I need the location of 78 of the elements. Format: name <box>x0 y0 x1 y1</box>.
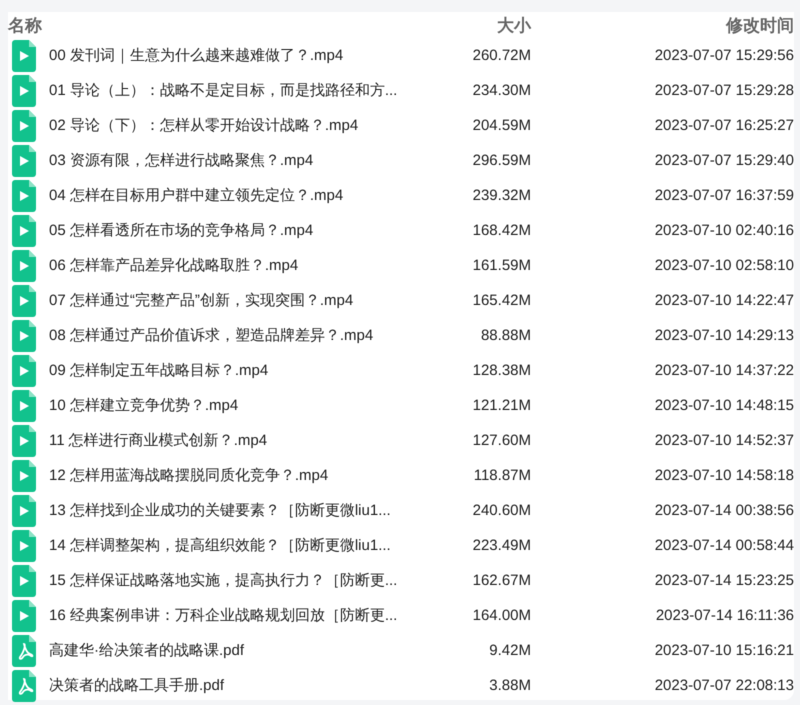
file-name[interactable]: 04 怎样在目标用户群中建立领先定位？.mp4 <box>49 186 418 205</box>
video-file-icon <box>12 74 36 106</box>
modified-time: 2023-07-10 14:52:37 <box>654 432 794 449</box>
video-file-icon <box>12 354 36 386</box>
file-name[interactable]: 12 怎样用蓝海战略摆脱同质化竞争？.mp4 <box>49 466 418 485</box>
pdf-file-icon <box>12 634 36 666</box>
file-size: 234.30M <box>472 82 531 99</box>
video-file-icon <box>12 214 36 246</box>
video-file-icon <box>12 460 36 492</box>
modified-time: 2023-07-10 14:58:18 <box>654 467 794 484</box>
video-file-icon <box>12 564 36 596</box>
modified-time: 2023-07-14 15:23:25 <box>654 572 794 589</box>
modified-time: 2023-07-10 02:40:16 <box>654 222 794 239</box>
file-name[interactable]: 16 经典案例串讲：万科企业战略规划回放［防断更... <box>49 606 418 625</box>
modified-time: 2023-07-07 15:29:28 <box>654 82 794 99</box>
modified-time: 2023-07-10 02:58:10 <box>654 257 794 274</box>
modified-time: 2023-07-14 00:58:44 <box>654 537 794 554</box>
file-name[interactable]: 14 怎样调整架构，提高组织效能？［防断更微liu1... <box>49 536 418 555</box>
file-name[interactable]: 10 怎样建立竞争优势？.mp4 <box>49 396 418 415</box>
video-file-icon <box>12 144 36 176</box>
video-file-icon <box>12 284 36 316</box>
column-header[interactable]: 大小 <box>431 14 531 36</box>
file-size: 128.38M <box>472 362 531 379</box>
file-size: 9.42M <box>488 642 531 659</box>
file-size: 223.49M <box>472 537 531 554</box>
video-file-icon <box>12 320 36 352</box>
modified-time: 2023-07-14 00:38:56 <box>654 502 794 519</box>
file-name[interactable]: 09 怎样制定五年战略目标？.mp4 <box>49 361 418 380</box>
file-size: 162.67M <box>472 572 531 589</box>
modified-time: 2023-07-07 22:08:13 <box>654 677 794 694</box>
file-name[interactable]: 15 怎样保证战略落地实施，提高执行力？［防断更... <box>49 571 418 590</box>
file-size: 127.60M <box>472 432 531 449</box>
file-name[interactable]: 02 导论（下）：怎样从零开始设计战略？.mp4 <box>49 116 418 135</box>
file-size: 88.88M <box>480 327 531 344</box>
file-size: 164.00M <box>472 607 531 624</box>
file-size: 161.59M <box>472 257 531 274</box>
modified-time: 2023-07-10 14:37:22 <box>654 362 794 379</box>
file-name[interactable]: 决策者的战略工具手册.pdf <box>49 676 418 695</box>
file-name[interactable]: 03 资源有限，怎样进行战略聚焦？.mp4 <box>49 151 418 170</box>
video-file-icon <box>12 250 36 282</box>
file-size: 204.59M <box>472 117 531 134</box>
file-name[interactable]: 08 怎样通过产品价值诉求，塑造品牌差异？.mp4 <box>49 326 418 345</box>
modified-time: 2023-07-07 15:29:40 <box>654 152 794 169</box>
file-size: 121.21M <box>472 397 531 414</box>
modified-time: 2023-07-10 14:48:15 <box>654 397 794 414</box>
modified-time: 2023-07-07 15:29:56 <box>654 47 794 64</box>
file-size: 296.59M <box>472 152 531 169</box>
video-file-icon <box>12 180 36 212</box>
file-name[interactable]: 01 导论（上）：战略不是定目标，而是找路径和方... <box>49 81 418 100</box>
modified-time: 2023-07-10 14:22:47 <box>654 292 794 309</box>
modified-time: 2023-07-07 16:25:27 <box>654 117 794 134</box>
file-name[interactable]: 13 怎样找到企业成功的关键要素？［防断更微liu1... <box>49 501 418 520</box>
file-size: 3.88M <box>488 677 531 694</box>
file-size: 239.32M <box>472 187 531 204</box>
modified-time: 2023-07-10 15:16:21 <box>654 642 794 659</box>
video-file-icon <box>12 494 36 526</box>
file-name[interactable]: 11 怎样进行商业模式创新？.mp4 <box>49 431 418 450</box>
file-name[interactable]: 00 发刊词｜生意为什么越来越难做了？.mp4 <box>49 46 418 65</box>
file-size: 240.60M <box>472 502 531 519</box>
modified-time: 2023-07-14 16:11:36 <box>654 607 794 624</box>
file-size: 168.42M <box>472 222 531 239</box>
file-size: 260.72M <box>472 47 531 64</box>
column-header[interactable]: 修改时间 <box>544 14 794 36</box>
modified-time: 2023-07-10 14:29:13 <box>654 327 794 344</box>
video-file-icon <box>12 530 36 562</box>
video-file-icon <box>12 424 36 456</box>
column-header[interactable]: 名称 <box>8 14 418 36</box>
file-size: 118.87M <box>472 467 531 484</box>
file-name[interactable]: 07 怎样通过“完整产品”创新，实现突围？.mp4 <box>49 291 418 310</box>
video-file-icon <box>12 390 36 422</box>
video-file-icon <box>12 40 36 72</box>
file-name[interactable]: 高建华·给决策者的战略课.pdf <box>49 641 418 660</box>
modified-time: 2023-07-07 16:37:59 <box>654 187 794 204</box>
video-file-icon <box>12 600 36 632</box>
video-file-icon <box>12 110 36 142</box>
file-name[interactable]: 06 怎样靠产品差异化战略取胜？.mp4 <box>49 256 418 275</box>
file-size: 165.42M <box>472 292 531 309</box>
file-name[interactable]: 05 怎样看透所在市场的竞争格局？.mp4 <box>49 221 418 240</box>
